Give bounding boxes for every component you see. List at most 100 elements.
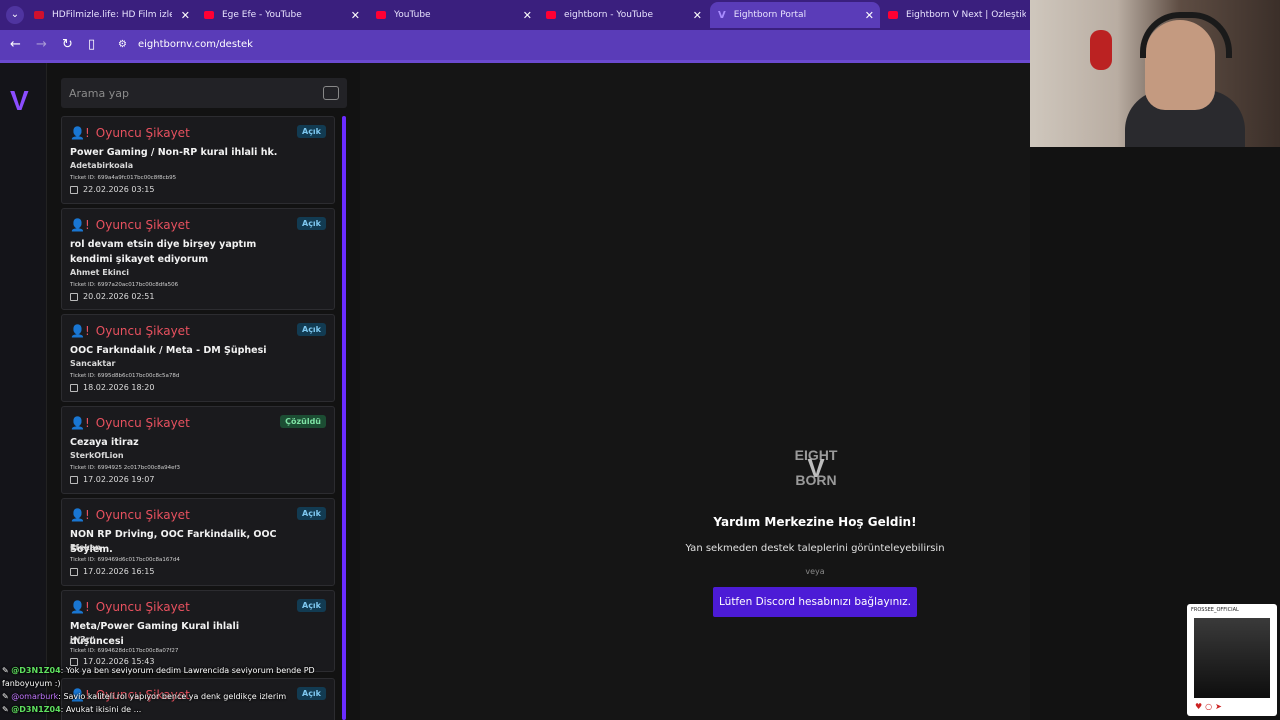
user-alert-icon: 👤! — [70, 600, 90, 614]
chat-message: ✎ @D3N1Z04: Yok ya ben seviyorum dedim L… — [2, 666, 315, 688]
ticket-card[interactable]: 👤! Oyuncu Şikayet Açık Power Gaming / Non… — [61, 116, 335, 204]
ticket-type: 👤! Oyuncu Şikayet — [70, 126, 190, 140]
calendar-icon — [70, 185, 78, 194]
tab-eightborn-portal[interactable]: V Eightborn Portal ✕ — [710, 2, 880, 28]
tab-title: eightborn - YouTube — [564, 10, 654, 20]
user-alert-icon: 👤! — [70, 324, 90, 338]
search-input[interactable]: Arama yap — [69, 87, 129, 100]
ticket-card[interactable]: 👤! Oyuncu Şikayet Açık Meta/Power Gaming … — [61, 590, 335, 672]
ticket-date: 20.02.2026 02:51 — [70, 292, 154, 301]
ticket-id: Ticket ID: 6995d8b6c017bc00c8c5a78d — [70, 373, 180, 379]
tab-title: Eightborn V Next | Özleştik Kısa — [906, 10, 1026, 20]
ticket-card[interactable]: 👤! Oyuncu Şikayet Açık OOC Farkındalık / … — [61, 314, 335, 402]
tab-title: Ege Efe - YouTube — [222, 10, 302, 20]
chat-user: @omarburk — [11, 692, 59, 701]
tab-search-icon[interactable]: ⌄ — [6, 6, 24, 24]
instagram-action-icons: ♥○➤ — [1195, 702, 1225, 711]
tab-ege-efe[interactable]: Ege Efe - YouTube ✕ — [196, 2, 366, 28]
ticket-user: Sancaktar — [70, 359, 116, 368]
ticket-type: 👤! Oyuncu Şikayet — [70, 324, 190, 338]
tab-eightborn-next[interactable]: Eightborn V Next | Özleştik Kısa — [880, 2, 1030, 28]
calendar-icon — [70, 292, 78, 301]
user-alert-icon: 👤! — [70, 218, 90, 232]
address-bar: ← → ↻ ▯ ⚙ eightbornv.com/destek — [0, 30, 1030, 60]
tab-eightborn-youtube[interactable]: eightborn - YouTube ✕ — [538, 2, 708, 28]
chat-user: @D3N1Z04 — [11, 705, 61, 714]
youtube-favicon-icon — [376, 11, 386, 19]
ticket-date: 17.02.2026 19:07 — [70, 475, 154, 484]
tab-title: YouTube — [394, 10, 431, 20]
chat-user: @D3N1Z04 — [11, 666, 61, 675]
reload-icon[interactable]: ↻ — [62, 37, 73, 52]
status-badge: Açık — [297, 507, 326, 520]
status-badge: Açık — [297, 323, 326, 336]
ticket-type: 👤! Oyuncu Şikayet — [70, 600, 190, 614]
instagram-photo — [1194, 618, 1270, 698]
eightborn-logo-icon[interactable]: V — [10, 85, 29, 117]
tab-hdfilmizle[interactable]: HDFilmizle.life: HD Film izle, Tü ✕ — [26, 2, 196, 28]
sidebar-toggle-icon[interactable]: ▯ — [88, 37, 95, 52]
ticket-user: Ahmet Ekinci — [70, 268, 129, 277]
calendar-icon — [70, 567, 78, 576]
url-field[interactable]: eightbornv.com/destek — [138, 39, 253, 50]
ticket-user: jw3rr — [70, 635, 94, 644]
hdfilmizle-favicon-icon — [34, 11, 44, 19]
youtube-favicon-icon — [888, 11, 898, 19]
ticket-list: 👤! Oyuncu Şikayet Açık Power Gaming / Non… — [61, 116, 335, 720]
user-alert-icon: 👤! — [70, 416, 90, 430]
ticket-id: Ticket ID: 6997a20ac017bc00c8dfa506 — [70, 282, 179, 288]
close-icon[interactable]: ✕ — [693, 9, 702, 22]
ticket-id: Ticket ID: 6994925 2c017bc00c8a94ef3 — [70, 465, 180, 471]
ticket-subject: NON RP Driving, OOC Farkindalik, OOC Soy… — [70, 529, 277, 555]
main-panel: EIGHT V BORN Yardım Merkezine Hoş Geldin… — [360, 63, 1030, 720]
ticket-card[interactable]: 👤! Oyuncu Şikayet Açık NON RP Driving, OO… — [61, 498, 335, 586]
site-settings-icon[interactable]: ⚙ — [118, 39, 127, 50]
search-bar[interactable]: Arama yap — [61, 78, 347, 108]
status-badge: Çözüldü — [280, 415, 326, 428]
eightborn-brand-logo: EIGHT V BORN — [794, 447, 838, 488]
welcome-subtext: Yan sekmeden destek taleplerini görüntel… — [685, 543, 945, 554]
chat-message: ✎ @D3N1Z04: Avukat ikisini de ... — [2, 705, 142, 714]
ticket-id: Ticket ID: 699a4a9fc017bc00c8f8cb95 — [70, 175, 177, 181]
ticket-type: 👤! Oyuncu Şikayet — [70, 416, 190, 430]
ticket-card[interactable]: 👤! Oyuncu Şikayet Açık rol devam etsin di… — [61, 208, 335, 310]
ticket-subject: Power Gaming / Non-RP kural ihlali hk. — [70, 147, 278, 158]
ticket-date: 18.02.2026 18:20 — [70, 383, 154, 392]
ticket-user: SterkOfLion — [70, 451, 124, 460]
filter-icon[interactable] — [323, 86, 339, 100]
close-icon[interactable]: ✕ — [865, 9, 874, 22]
close-icon[interactable]: ✕ — [181, 9, 190, 22]
ticket-subject: Meta/Power Gaming Kural ihlali düşüncesi — [70, 621, 240, 647]
instagram-handle: FROSSEE_OFFICIAL — [1191, 607, 1239, 613]
back-arrow-icon[interactable]: ← — [10, 37, 21, 52]
connect-discord-button[interactable]: Lütfen Discord hesabınızı bağlayınız. — [713, 587, 917, 617]
tab-youtube[interactable]: YouTube ✕ — [368, 2, 538, 28]
browser-tab-bar: ⌄ HDFilmizle.life: HD Film izle, Tü ✕ Eg… — [0, 0, 1030, 30]
ticket-id: Ticket ID: 6994628dc017bc00c8a07f27 — [70, 648, 179, 654]
ticket-user: Adetabirkoala — [70, 161, 134, 170]
ticket-subject: Cezaya itiraz — [70, 437, 139, 448]
santa-figure — [1090, 30, 1112, 70]
youtube-favicon-icon — [204, 11, 214, 19]
status-badge: Açık — [297, 599, 326, 612]
ticket-card[interactable]: 👤! Oyuncu Şikayet Çözüldü Cezaya itiraz S… — [61, 406, 335, 494]
close-icon[interactable]: ✕ — [351, 9, 360, 22]
instagram-card: FROSSEE_OFFICIAL ♥○➤ — [1187, 604, 1277, 716]
status-badge: Açık — [297, 125, 326, 138]
eightborn-favicon-icon: V — [718, 9, 726, 21]
left-rail: V — [0, 63, 47, 720]
webcam-overlay — [1030, 0, 1280, 147]
close-icon[interactable]: ✕ — [523, 9, 532, 22]
ticket-type: 👤! Oyuncu Şikayet — [70, 218, 190, 232]
tab-title: HDFilmizle.life: HD Film izle, Tü — [52, 10, 172, 20]
ticket-date: 17.02.2026 16:15 — [70, 567, 154, 576]
ticket-subject: OOC Farkındalık / Meta - DM Şüphesi — [70, 345, 267, 356]
ticket-id: Ticket ID: 699469d6c017bc00c8a167d4 — [70, 557, 180, 563]
stream-chat-overlay: ✎ @D3N1Z04: Yok ya ben seviyorum dedim L… — [2, 664, 322, 716]
welcome-title: Yardım Merkezine Hoş Geldin! — [713, 515, 917, 529]
chat-message: ✎ @omarburk: Savio kaliteli rol yapıyor … — [2, 692, 287, 701]
forward-arrow-icon[interactable]: → — [36, 37, 47, 52]
ticket-date: 22.02.2026 03:15 — [70, 185, 154, 194]
ticket-list-scrollbar[interactable] — [342, 116, 346, 720]
user-alert-icon: 👤! — [70, 508, 90, 522]
